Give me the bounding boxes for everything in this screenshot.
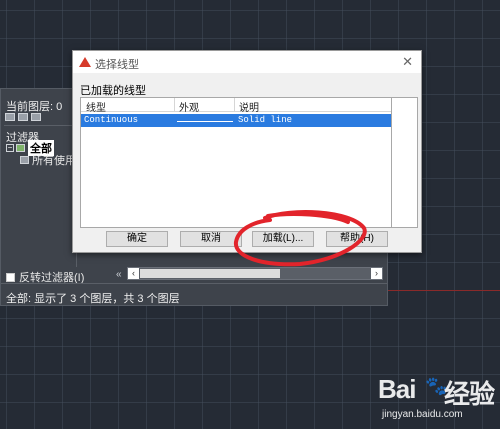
tree-item-label: 所有使用 bbox=[32, 155, 76, 166]
toolbar-divider bbox=[4, 125, 74, 126]
column-header-appearance[interactable]: 外观 bbox=[179, 99, 199, 114]
tree-item-all-used[interactable]: 所有使用 bbox=[6, 154, 76, 166]
column-divider[interactable] bbox=[234, 98, 235, 112]
filter-icon bbox=[20, 156, 29, 164]
loaded-linetypes-label: 已加载的线型 bbox=[80, 85, 146, 97]
baidu-watermark: Bai 🐾 经验 jingyan.baidu.com bbox=[378, 372, 496, 424]
linetype-description: Solid line bbox=[238, 115, 293, 125]
scroll-thumb[interactable] bbox=[140, 269, 280, 278]
linetype-name: Continuous bbox=[84, 115, 139, 125]
layer-toolbar bbox=[5, 113, 41, 121]
invert-filter-checkbox[interactable] bbox=[6, 272, 15, 282]
watermark-logo: Bai bbox=[378, 374, 416, 404]
list-scroll-area[interactable] bbox=[392, 97, 418, 228]
filter-tree: − 全部 所有使用 bbox=[6, 140, 76, 166]
ok-button[interactable]: 确定 bbox=[106, 231, 168, 247]
watermark-logo-cn: 经验 bbox=[444, 379, 495, 409]
filter-icon bbox=[16, 144, 25, 152]
column-header-description[interactable]: 说明 bbox=[239, 99, 259, 114]
dialog-titlebar[interactable]: 选择线型 ✕ bbox=[73, 51, 421, 73]
autocad-logo-icon bbox=[79, 57, 91, 67]
collapse-panel-button[interactable]: « bbox=[116, 269, 122, 280]
status-divider bbox=[1, 283, 387, 284]
list-header: 线型 外观 说明 bbox=[81, 98, 391, 114]
column-divider[interactable] bbox=[174, 98, 175, 112]
collapse-toggle-icon[interactable]: − bbox=[6, 144, 14, 152]
highlight-ellipse bbox=[233, 210, 367, 267]
column-header-linetype[interactable]: 线型 bbox=[86, 99, 106, 114]
delete-layer-icon[interactable] bbox=[31, 113, 41, 121]
tree-item-all[interactable]: − 全部 bbox=[6, 140, 76, 156]
dialog-title: 选择线型 bbox=[95, 59, 139, 71]
list-item[interactable]: Continuous Solid line bbox=[81, 114, 391, 127]
watermark-url: jingyan.baidu.com bbox=[382, 409, 463, 420]
new-layer-icon[interactable] bbox=[5, 113, 15, 121]
close-icon[interactable]: ✕ bbox=[402, 54, 413, 70]
drawing-line bbox=[385, 290, 500, 291]
status-text: 全部: 显示了 3 个图层，共 3 个图层 bbox=[6, 293, 180, 305]
current-layer-label: 当前图层: 0 bbox=[6, 101, 63, 113]
linetype-appearance bbox=[177, 121, 233, 122]
scroll-left-icon[interactable]: ‹ bbox=[128, 268, 139, 279]
scroll-right-icon[interactable]: › bbox=[371, 268, 382, 279]
new-vp-layer-icon[interactable] bbox=[18, 113, 28, 121]
